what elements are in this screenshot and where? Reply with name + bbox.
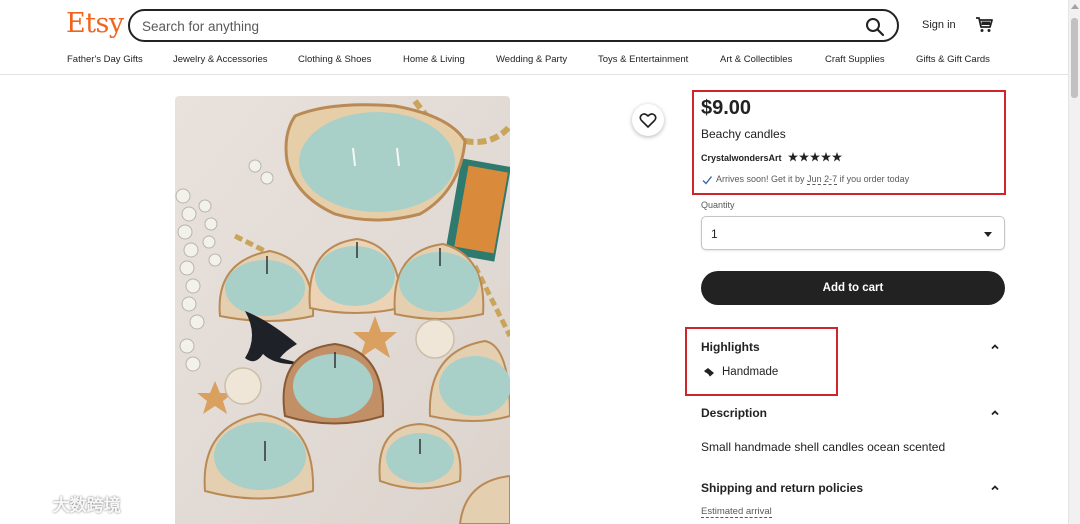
watermark-text: 大数跨境 xyxy=(52,496,121,515)
nav-item-jewelry-accessories[interactable]: Jewelry & Accessories xyxy=(173,54,268,65)
quantity-select[interactable]: 1 xyxy=(701,216,1005,250)
category-nav: Father's Day Gifts Jewelry & Accessories… xyxy=(0,54,1068,68)
highlight-box-price-section xyxy=(692,90,1006,195)
search-icon[interactable] xyxy=(865,17,885,37)
shipping-heading[interactable]: Shipping and return policies xyxy=(701,481,863,495)
description-heading[interactable]: Description xyxy=(701,406,767,420)
nav-item-clothing-shoes[interactable]: Clothing & Shoes xyxy=(298,54,371,65)
quantity-label: Quantity xyxy=(701,200,735,210)
sign-in-link[interactable]: Sign in xyxy=(922,19,956,31)
favorite-button[interactable] xyxy=(632,104,664,136)
quantity-value: 1 xyxy=(711,227,718,241)
nav-item-art-collectibles[interactable]: Art & Collectibles xyxy=(720,54,792,65)
etsy-logo[interactable]: Etsy xyxy=(66,8,124,39)
search-bar[interactable] xyxy=(128,9,899,42)
nav-item-home-living[interactable]: Home & Living xyxy=(403,54,465,65)
cart-icon[interactable] xyxy=(975,16,993,33)
chevron-up-icon[interactable] xyxy=(990,484,1000,491)
shell-candles-photo xyxy=(175,96,510,524)
watermark: 大数跨境 xyxy=(8,491,121,517)
highlight-box-highlights-section xyxy=(685,327,838,396)
product-image[interactable] xyxy=(175,96,510,524)
chevron-up-icon[interactable] xyxy=(990,343,1000,350)
watermark-logo-icon xyxy=(9,495,43,515)
site-header: Etsy Sign in Father's Day Gifts Jewelry … xyxy=(0,0,1068,75)
search-input[interactable] xyxy=(142,17,842,35)
nav-item-fathers-day-gifts[interactable]: Father's Day Gifts xyxy=(67,54,143,65)
nav-item-toys-entertainment[interactable]: Toys & Entertainment xyxy=(598,54,688,65)
scroll-up-arrow[interactable] xyxy=(1071,4,1079,9)
scroll-thumb[interactable] xyxy=(1071,18,1078,98)
nav-item-gifts-gift-cards[interactable]: Gifts & Gift Cards xyxy=(916,54,990,65)
nav-item-wedding-party[interactable]: Wedding & Party xyxy=(496,54,567,65)
add-to-cart-button[interactable]: Add to cart xyxy=(701,271,1005,305)
heart-icon xyxy=(639,113,657,128)
description-text: Small handmade shell candles ocean scent… xyxy=(701,440,946,454)
nav-item-craft-supplies[interactable]: Craft Supplies xyxy=(825,54,885,65)
page-scrollbar[interactable] xyxy=(1068,0,1080,524)
caret-down-icon xyxy=(984,232,992,237)
estimated-arrival-label[interactable]: Estimated arrival xyxy=(701,506,772,518)
chevron-up-icon[interactable] xyxy=(990,409,1000,416)
